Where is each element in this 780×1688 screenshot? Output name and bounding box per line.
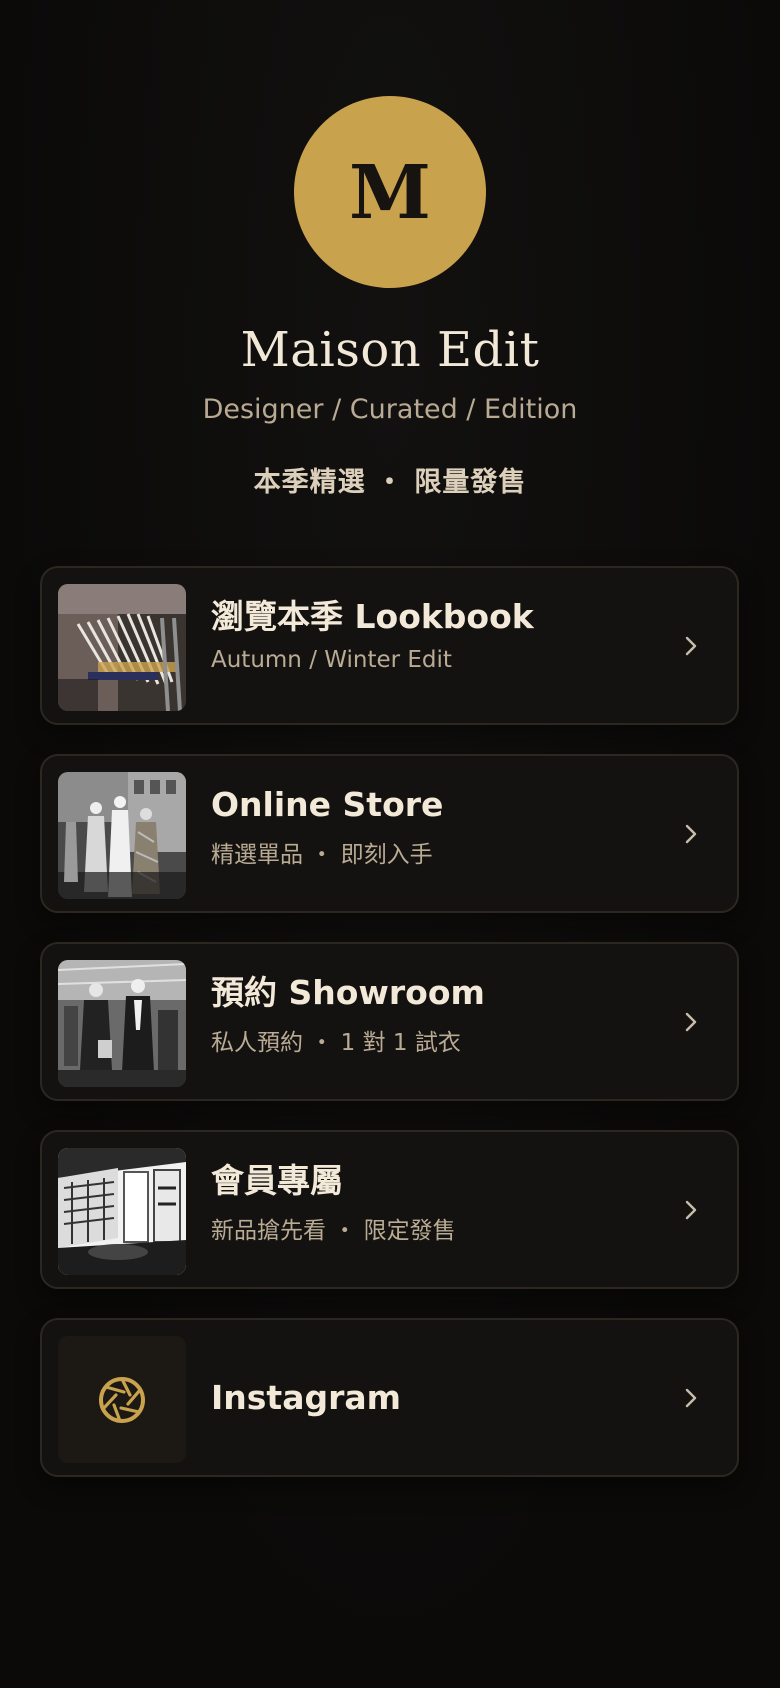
link-card-members[interactable]: 會員專屬 新品搶先看 ・ 限定發售: [40, 1130, 739, 1289]
card-text: 瀏覽本季 Lookbook Autumn / Winter Edit: [211, 596, 657, 673]
chevron-right-icon: [685, 1012, 697, 1031]
card-title: 瀏覽本季 Lookbook: [211, 597, 534, 636]
lookbook-thumbnail: [58, 584, 186, 711]
members-thumbnail: [58, 1148, 186, 1275]
link-card-online-store[interactable]: Online Store 精選單品 ・ 即刻入手: [40, 754, 739, 913]
card-title: Instagram: [211, 1377, 402, 1417]
brand-avatar: M: [294, 96, 486, 288]
card-subtitle: Autumn / Winter Edit: [211, 647, 452, 674]
brand-tagline: Designer / Curated / Edition: [202, 394, 578, 425]
card-subtitle: 新品搶先看 ・ 限定發售: [211, 1218, 456, 1245]
chevron-right-icon: [685, 1200, 697, 1219]
link-card-lookbook[interactable]: 瀏覽本季 Lookbook Autumn / Winter Edit: [40, 566, 739, 725]
card-text: 預約 Showroom 私人預約 ・ 1 對 1 試衣: [211, 972, 657, 1057]
link-page: M Maison Edit Designer / Curated / Editi…: [0, 0, 780, 1688]
card-subtitle: 精選單品 ・ 即刻入手: [211, 842, 433, 869]
aperture-icon: [99, 1376, 145, 1423]
card-text: Online Store 精選單品 ・ 即刻入手: [211, 784, 657, 869]
chevron-right-icon: [685, 824, 697, 843]
card-text: 會員專屬 新品搶先看 ・ 限定發售: [211, 1160, 657, 1245]
card-title: Online Store: [211, 785, 444, 824]
brand-motto: 本季精選 ・ 限量發售: [253, 467, 527, 498]
card-subtitle: 私人預約 ・ 1 對 1 試衣: [211, 1030, 461, 1057]
link-card-instagram[interactable]: Instagram: [40, 1318, 739, 1477]
card-text: Instagram: [211, 1320, 657, 1475]
online-store-thumbnail: [58, 772, 186, 899]
card-title: 預約 Showroom: [211, 973, 485, 1012]
avatar-initial: M: [349, 150, 431, 236]
showroom-thumbnail: [58, 960, 186, 1087]
brand-name: Maison Edit: [240, 322, 540, 378]
card-title: 會員專屬: [211, 1161, 343, 1200]
instagram-icon-box: [58, 1336, 186, 1463]
chevron-right-icon: [685, 1388, 697, 1407]
chevron-right-icon: [685, 636, 697, 655]
link-card-showroom[interactable]: 預約 Showroom 私人預約 ・ 1 對 1 試衣: [40, 942, 739, 1101]
